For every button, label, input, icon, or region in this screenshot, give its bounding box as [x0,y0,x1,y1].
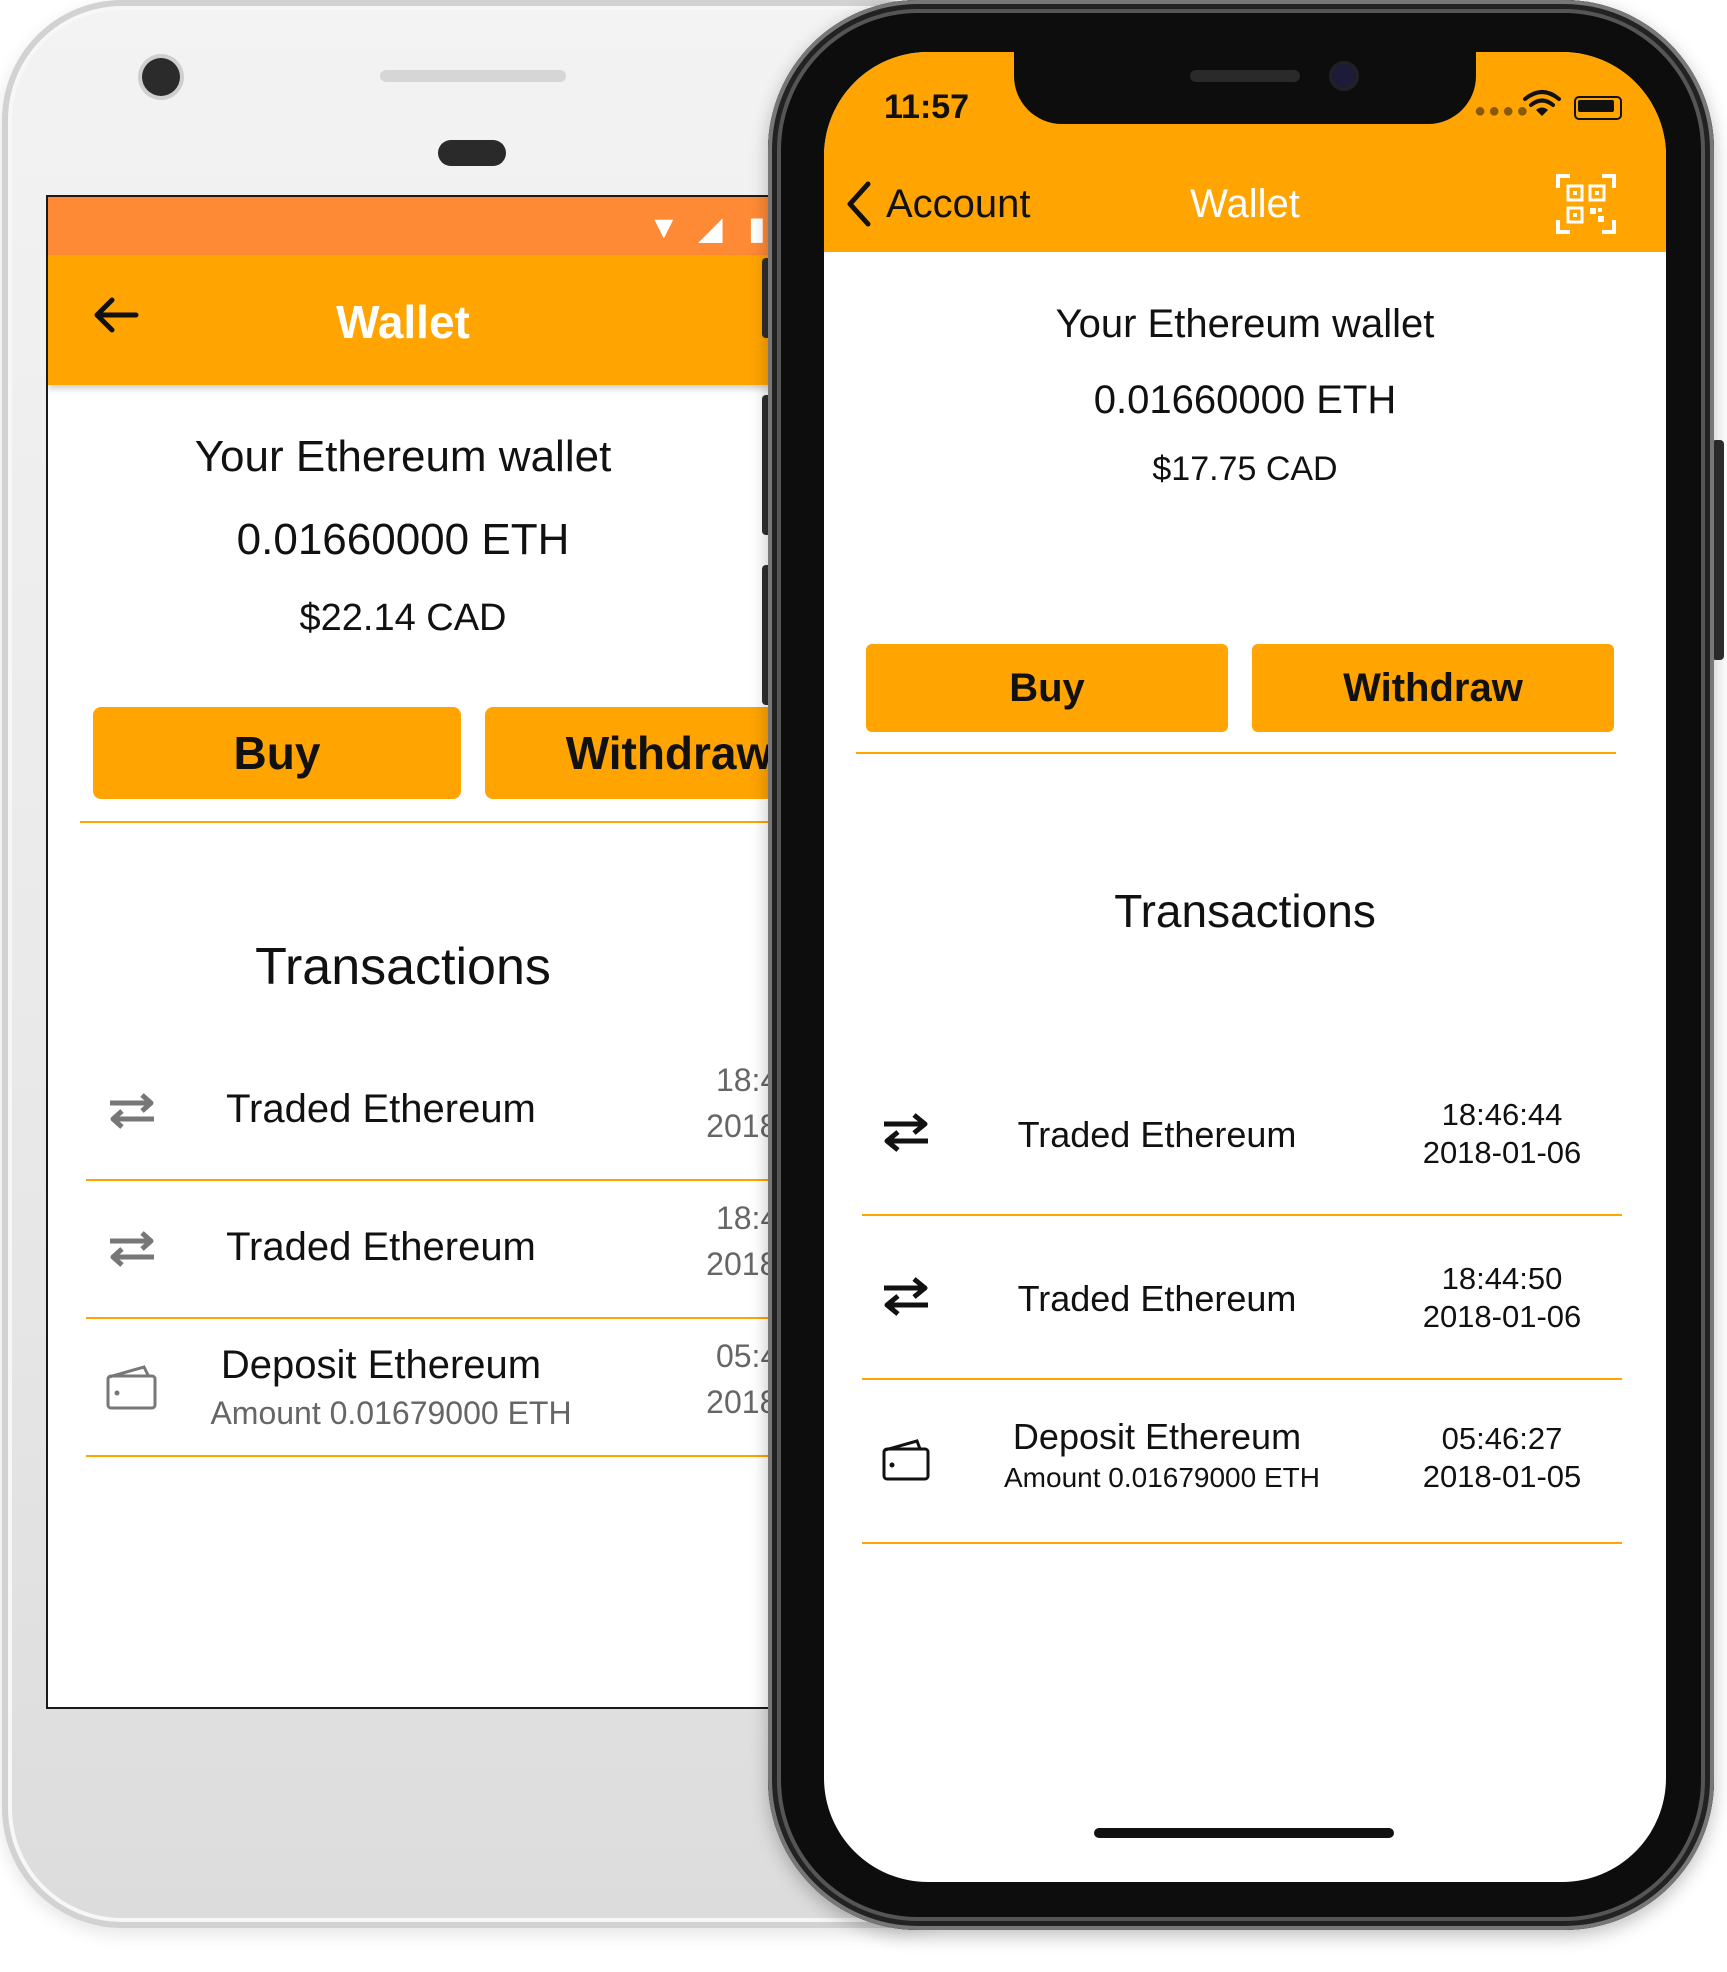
withdraw-button[interactable]: Withdraw [1252,644,1614,732]
buy-button[interactable]: Buy [866,644,1228,732]
battery-icon: ▮ [748,210,766,246]
qr-code-icon[interactable] [1554,172,1618,236]
home-indicator[interactable] [1094,1828,1394,1838]
fiat-balance: $22.14 CAD [299,597,507,639]
status-time: 11:57 [884,88,970,126]
wifi-icon [1523,90,1561,116]
swap-arrows-icon [884,1277,928,1316]
fiat-balance: $17.75 CAD [1152,450,1338,488]
eth-balance: 0.01660000 ETH [1093,378,1397,422]
transaction-date: 2018-01-06 [1422,1135,1582,1170]
row-divider [86,1179,788,1181]
iphone-screen: 11:57 ●●●● Account Wallet Your Ethereum … [824,52,1666,1882]
swap-arrows-icon [884,1113,928,1152]
wallet-heading: Your Ethereum wallet [1055,302,1435,346]
wallet-icon [882,1439,930,1481]
transaction-amount: Amount 0.01679000 ETH [210,1395,572,1431]
transaction-row[interactable]: Traded Ethereum 18:44:50 2018-01-06 [862,1216,1622,1380]
transaction-title: Traded Ethereum [1017,1114,1297,1155]
transaction-title: Traded Ethereum [226,1087,536,1131]
android-screen: ▼ ◢ ▮ Wallet Your Ethereum wallet 0.0166… [46,195,790,1709]
battery-level [1578,100,1614,112]
transaction-amount: Amount 0.01679000 ETH [1004,1462,1320,1493]
transaction-time: 18:44:50 [1441,1261,1563,1296]
transaction-row[interactable]: Deposit Ethereum Amount 0.01679000 ETH 0… [862,1380,1622,1544]
wallet-icon [106,1365,157,1410]
buy-button[interactable]: Buy [93,707,461,799]
row-divider [86,1455,788,1457]
transaction-date: 2018-01-05 [1422,1459,1582,1494]
transaction-date: 2018-01-06 [1422,1299,1582,1334]
transaction-title: Deposit Ethereum [220,1343,542,1387]
eth-balance: 0.01660000 ETH [236,515,570,564]
android-sensor [438,140,506,166]
earpiece-speaker [1190,70,1300,82]
withdraw-button[interactable]: Withdraw [485,707,788,799]
transaction-time: 05:46:27 [1441,1421,1563,1456]
divider [856,752,1616,754]
transactions-heading: Transactions [1114,885,1376,937]
transaction-row[interactable]: Traded Ethereum 18:46 2018-0 [86,1045,788,1181]
app-title: Wallet [336,296,470,348]
transaction-row[interactable]: Deposit Ethereum Amount 0.01679000 ETH 0… [86,1321,788,1457]
swap-arrows-icon [110,1231,154,1267]
transaction-title: Traded Ethereum [1017,1278,1297,1319]
swap-arrows-icon [110,1093,154,1129]
row-divider [86,1317,788,1319]
transaction-row[interactable]: Traded Ethereum 18:44 2018-0 [86,1183,788,1319]
transactions-heading: Transactions [255,938,551,996]
transaction-title: Deposit Ethereum [1012,1416,1302,1457]
row-divider [862,1542,1622,1544]
front-camera [1332,64,1356,88]
battery-icon [1574,96,1622,120]
android-speaker-grille [380,70,566,82]
app-title: Wallet [1190,182,1300,226]
transaction-row[interactable]: Traded Ethereum 18:46:44 2018-01-06 [862,1052,1622,1216]
transaction-title: Traded Ethereum [226,1225,536,1269]
transaction-time: 18:46:44 [1441,1097,1563,1132]
android-front-camera [142,58,180,96]
ios-navigation-bar: 11:57 ●●●● Account Wallet [824,52,1666,252]
wallet-heading: Your Ethereum wallet [194,432,612,481]
iphone-notch [1014,52,1476,124]
android-app-bar: Wallet [48,255,788,385]
divider [80,821,788,823]
signal-icon: ◢ [698,210,723,246]
android-status-bar: ▼ ◢ ▮ [48,197,788,255]
wifi-icon: ▼ [648,209,680,245]
